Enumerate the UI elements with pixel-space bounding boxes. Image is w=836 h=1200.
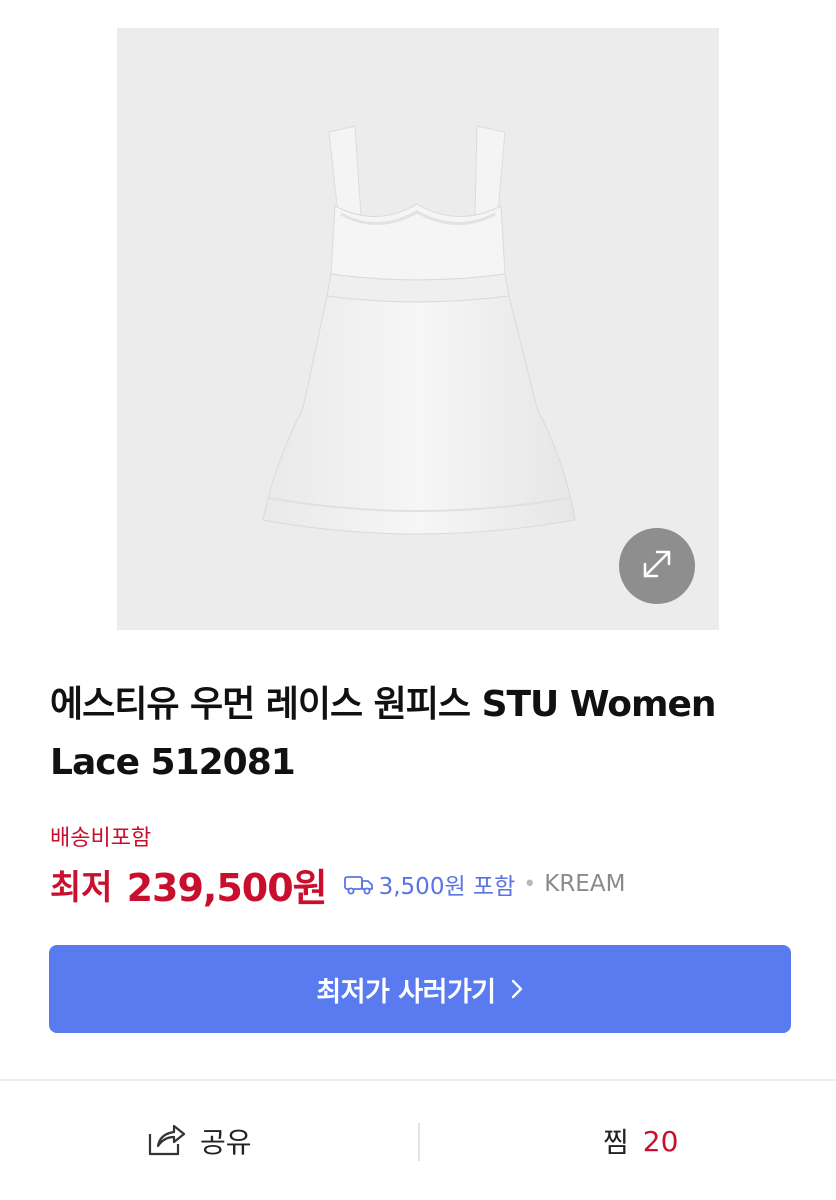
chevron-right-icon xyxy=(510,978,524,1000)
delivery-truck-icon xyxy=(343,872,375,896)
shipping-included-note: 배송비포함 xyxy=(50,826,152,851)
action-separator xyxy=(418,1123,420,1161)
lowest-price: 239,500원 xyxy=(126,865,328,910)
share-button[interactable]: 공유 xyxy=(146,1119,252,1163)
price-prefix: 최저 xyxy=(50,867,113,908)
share-icon xyxy=(146,1120,186,1162)
wishlist-button[interactable]: 찜 20 xyxy=(603,1119,678,1163)
buy-lowest-price-button[interactable]: 최저가 사러가기 xyxy=(49,945,791,1033)
wishlist-label: 찜 xyxy=(603,1126,629,1159)
product-title: 에스티유 우먼 레이스 원피스 STU Women Lace 512081 xyxy=(50,684,717,783)
bottom-action-bar: 공유 찜 20 xyxy=(0,1081,836,1200)
shipping-fee: 3,500원 포함 xyxy=(378,874,516,900)
seller-name[interactable]: KREAM xyxy=(544,871,625,897)
buy-button-label: 최저가 사러가기 xyxy=(316,976,496,1008)
separator-dot: • xyxy=(523,871,537,897)
wishlist-count: 20 xyxy=(642,1124,679,1158)
zoom-button[interactable] xyxy=(619,528,695,604)
product-image[interactable] xyxy=(117,28,719,630)
expand-arrows-icon xyxy=(639,546,675,586)
price-row: 최저 239,500원 3,500원 포함 • KREAM xyxy=(50,852,625,916)
share-label: 공유 xyxy=(200,1126,252,1159)
